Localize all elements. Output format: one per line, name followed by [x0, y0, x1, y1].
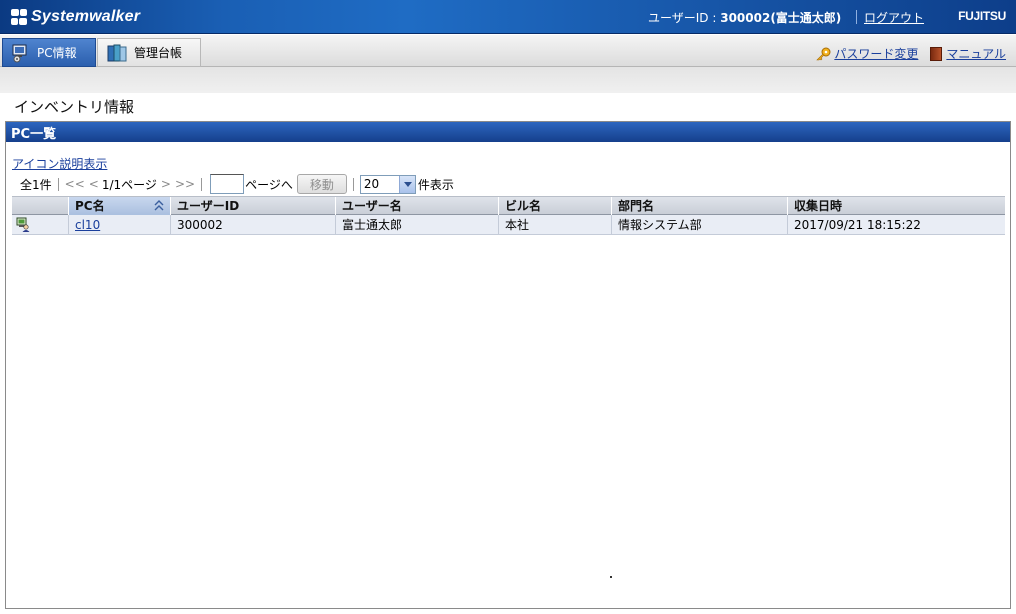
- chevron-down-icon[interactable]: [398, 175, 415, 193]
- logout-link[interactable]: ログアウト: [864, 9, 924, 26]
- tab-management-ledger[interactable]: 管理台帳: [97, 38, 201, 67]
- stray-dot: [610, 576, 612, 578]
- pc-name-link[interactable]: cl10: [75, 218, 100, 232]
- column-header-user-name[interactable]: ユーザー名: [336, 197, 499, 215]
- cell-pc-name: cl10: [69, 215, 171, 235]
- pagination-bar: 全1件 << < 1/1ページ > >> ページへ 移動 20 件表示: [20, 173, 454, 195]
- per-page-select[interactable]: 20: [359, 174, 416, 194]
- column-header-collected-at[interactable]: 収集日時: [788, 197, 1005, 215]
- column-header-department[interactable]: 部門名: [612, 197, 788, 215]
- ledger-book-icon: [106, 43, 128, 63]
- cell-collected-at: 2017/09/21 18:15:22: [794, 218, 921, 232]
- page-indicator: 1/1ページ: [101, 177, 157, 192]
- pc-list-panel: PC一覧 アイコン説明表示 全1件 << < 1/1ページ > >> ページへ …: [5, 121, 1011, 609]
- goto-page-label: ページへ: [245, 177, 293, 192]
- systemwalker-logo-icon: [10, 8, 28, 26]
- row-status-cell: [12, 215, 69, 235]
- next-page-button[interactable]: >: [161, 177, 171, 191]
- column-header-icon: [12, 197, 69, 215]
- last-page-button[interactable]: >>: [175, 177, 195, 191]
- tab-pc-info[interactable]: PC情報: [2, 38, 96, 67]
- current-user: ユーザーID : 300002(富士通太郎): [648, 9, 841, 26]
- pc-user-icon: [16, 217, 30, 232]
- cell-department: 情報システム部: [612, 215, 788, 235]
- column-header-user-id[interactable]: ユーザーID: [171, 197, 336, 215]
- total-count: 全1件: [20, 177, 52, 192]
- cell-user-id: 300002: [171, 215, 336, 235]
- change-password-link[interactable]: パスワード変更: [834, 45, 918, 62]
- header-divider: [856, 10, 857, 24]
- manual-book-icon: [930, 46, 943, 61]
- app-header: Systemwalker ユーザーID : 300002(富士通太郎) ログアウ…: [0, 0, 1016, 34]
- user-id-value: 300002(富士通太郎): [720, 11, 842, 25]
- systemwalker-logo: Systemwalker: [10, 7, 140, 27]
- toolbar-band: [0, 67, 1016, 93]
- utility-links: パスワード変更 マニュアル: [815, 45, 1006, 62]
- table-row: cl10 300002 富士通太郎 本社 情報システム部 2017/09/21 …: [12, 215, 1005, 235]
- column-header-building[interactable]: ビル名: [499, 197, 612, 215]
- table-header: PC名 ユーザーID ユーザー名 ビル名 部門名 収集日時: [12, 196, 1005, 215]
- column-header-pc-name-label: PC名: [75, 199, 105, 213]
- fujitsu-logo: FUJITSU: [958, 9, 1006, 23]
- per-page-label: 件表示: [417, 177, 454, 192]
- sort-ascending-icon: [154, 200, 164, 211]
- move-button[interactable]: 移動: [296, 174, 347, 194]
- cell-building: 本社: [499, 215, 612, 235]
- page-number-input[interactable]: [210, 174, 245, 194]
- prev-page-button[interactable]: <: [89, 177, 99, 191]
- main-tab-bar: PC情報 管理台帳 パスワード変更 マニュアル: [0, 35, 1016, 67]
- logo-text: Systemwalker: [31, 8, 141, 25]
- pc-icon: [11, 43, 31, 63]
- tab-management-ledger-label: 管理台帳: [134, 46, 183, 60]
- pager-divider: [57, 177, 59, 191]
- per-page-value: 20: [363, 177, 380, 191]
- user-id-prefix: ユーザーID :: [648, 11, 721, 25]
- panel-title: PC一覧: [6, 122, 1010, 142]
- pc-table: PC名 ユーザーID ユーザー名 ビル名 部門名 収集日時 cl10 30000…: [12, 196, 1005, 235]
- first-page-button[interactable]: <<: [65, 177, 85, 191]
- tab-pc-info-label: PC情報: [37, 46, 77, 60]
- icon-legend-link[interactable]: アイコン説明表示: [12, 155, 107, 172]
- key-icon: [815, 47, 831, 61]
- pager-divider: [201, 177, 203, 191]
- cell-user-name: 富士通太郎: [336, 215, 499, 235]
- column-header-pc-name[interactable]: PC名: [69, 197, 171, 215]
- page-title: インベントリ情報: [14, 98, 135, 116]
- manual-link[interactable]: マニュアル: [946, 45, 1006, 62]
- pager-divider: [352, 177, 354, 191]
